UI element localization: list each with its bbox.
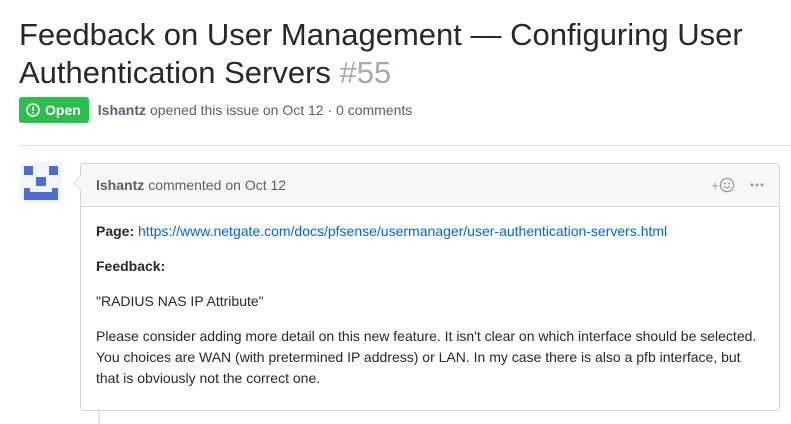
issue-title: Feedback on User Management — Configurin… (19, 16, 779, 92)
issue-meta: Open lshantz opened this issue on Oct 12… (19, 97, 412, 123)
issue-author-link[interactable]: lshantz (98, 102, 146, 118)
avatar-identicon (24, 166, 58, 200)
feedback-body: Please consider adding more detail on th… (96, 328, 757, 386)
state-label: Open (45, 102, 81, 118)
issue-number: #55 (339, 55, 392, 90)
comment-author-link[interactable]: lshantz (96, 177, 144, 193)
comment-verb: commented (148, 177, 222, 193)
state-badge: Open (19, 97, 89, 123)
feedback-line: Feedback: (96, 256, 764, 277)
comment-body: Page: https://www.netgate.com/docs/pfsen… (81, 207, 779, 389)
timeline-line (98, 410, 100, 424)
page-url-link[interactable]: https://www.netgate.com/docs/pfsense/use… (138, 223, 667, 239)
comment: lshantz commented on Oct 12 + Page: http… (73, 163, 780, 411)
header-divider (19, 145, 791, 146)
page-line: Page: https://www.netgate.com/docs/pfsen… (96, 221, 764, 242)
page-label: Page: (96, 223, 135, 239)
feedback-quote: "RADIUS NAS IP Attribute" (96, 293, 264, 309)
issue-opened-icon (26, 103, 40, 117)
reaction-plus: + (711, 177, 719, 193)
add-reaction-button[interactable]: + (711, 177, 735, 193)
more-options-button[interactable] (749, 177, 765, 193)
feedback-label: Feedback: (96, 258, 166, 274)
comment-actions: + (711, 164, 765, 206)
issue-opened-text: opened this issue on Oct 12 · 0 comments (150, 102, 413, 118)
avatar[interactable] (20, 162, 62, 204)
comment-header: lshantz commented on Oct 12 + (81, 164, 779, 207)
kebab-horizontal-icon (750, 183, 764, 187)
smiley-icon (719, 177, 735, 193)
comment-date-link[interactable]: on Oct 12 (225, 177, 286, 193)
